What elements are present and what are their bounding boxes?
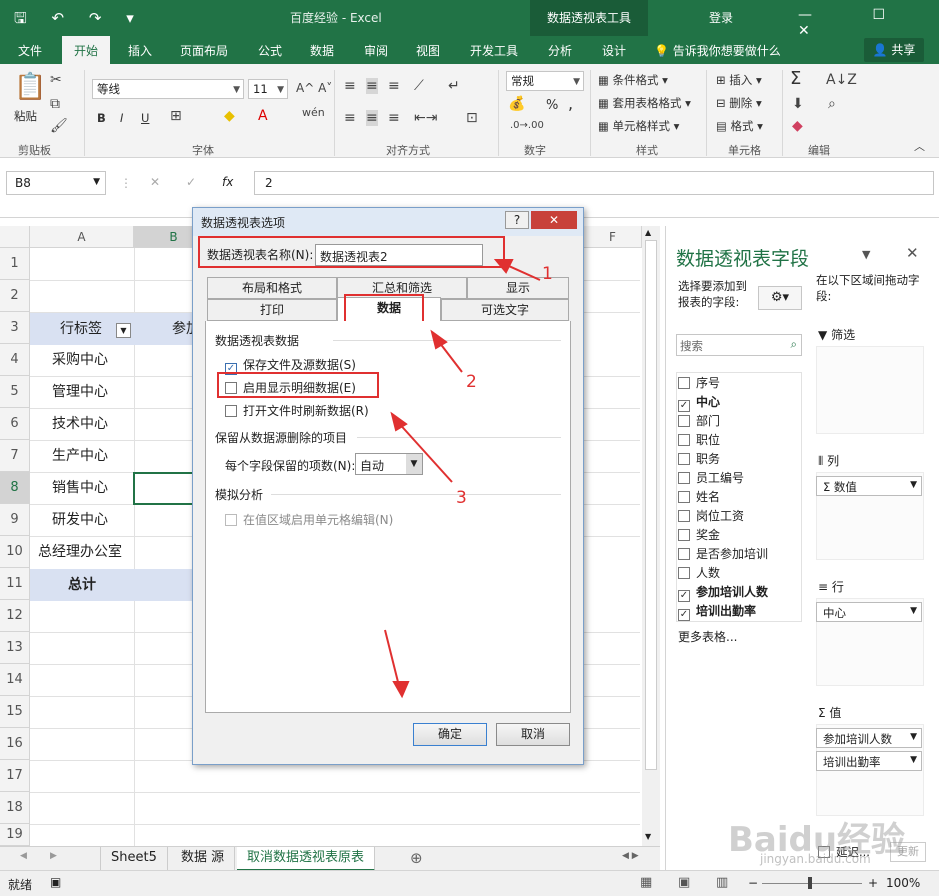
watermark-url: jingyan.baidu.com: [760, 852, 871, 866]
annotation-number-1: 1: [542, 264, 553, 284]
annotation-arrows: [384, 259, 541, 699]
annotation-number-2: 2: [466, 372, 477, 392]
annotation-number-3: 3: [456, 488, 467, 508]
